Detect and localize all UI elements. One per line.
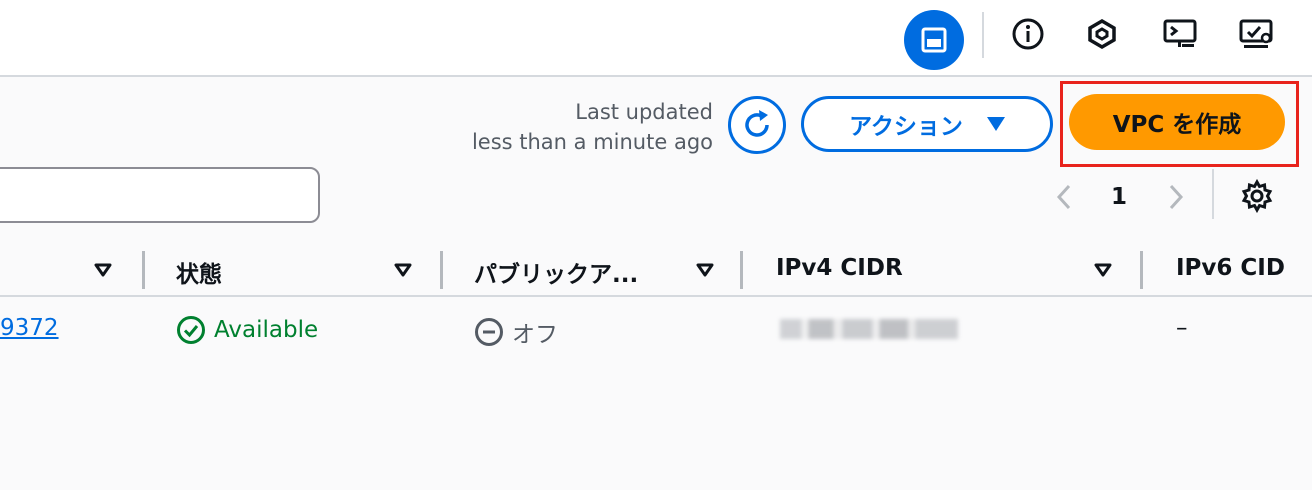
info-icon	[1012, 18, 1044, 50]
gear-icon	[1241, 179, 1273, 213]
last-updated-label: Last updated	[575, 100, 713, 124]
refresh-icon	[745, 110, 769, 137]
create-vpc-button[interactable]: VPC を作成	[1069, 94, 1285, 150]
vpc-id-link[interactable]: 9372	[0, 315, 59, 341]
sort-caret-icon[interactable]	[392, 261, 414, 279]
search-input[interactable]	[0, 167, 320, 223]
info-button[interactable]	[1006, 12, 1050, 56]
panel-toggle-button[interactable]	[904, 10, 964, 70]
sort-caret-icon[interactable]	[694, 261, 716, 279]
previous-page-button[interactable]	[1048, 177, 1080, 217]
column-header-ipv6-cidr[interactable]: IPv6 CID	[1176, 255, 1285, 281]
status-cell: Available	[176, 315, 318, 345]
chevron-left-icon	[1056, 184, 1071, 210]
terminal-icon	[1163, 19, 1197, 47]
current-page-number[interactable]: 1	[1104, 177, 1134, 217]
public-access-text: オフ	[512, 322, 558, 348]
public-access-cell: オフ	[474, 315, 558, 349]
panel-icon	[921, 27, 947, 53]
terminal-button[interactable]	[1158, 12, 1202, 56]
actions-label: アクション	[849, 114, 963, 140]
ipv4-cidr-redacted	[780, 319, 958, 339]
table-row[interactable]: 9372 Available オフ –	[0, 299, 1312, 363]
column-header-public-access[interactable]: パブリックア...	[474, 255, 638, 289]
chevron-right-icon	[1169, 184, 1184, 210]
caret-down-icon	[986, 117, 1005, 131]
column-resize-handle[interactable]	[142, 251, 145, 289]
hex-icon	[1088, 18, 1116, 50]
column-header-ipv4-cidr[interactable]: IPv4 CIDR	[776, 255, 903, 281]
screen-settings-icon	[1239, 19, 1273, 48]
next-page-button[interactable]	[1160, 177, 1192, 217]
toolbar-divider	[982, 12, 984, 58]
table-header: 状態 パブリックア... IPv4 CIDR IPv6 CID	[0, 243, 1312, 297]
column-resize-handle[interactable]	[740, 251, 743, 289]
column-resize-handle[interactable]	[1140, 251, 1143, 289]
table-settings-button[interactable]	[1236, 175, 1278, 217]
screen-settings-button[interactable]	[1234, 12, 1278, 56]
hex-button[interactable]	[1080, 12, 1124, 56]
column-resize-handle[interactable]	[440, 251, 443, 289]
top-toolbar	[0, 0, 1312, 77]
check-circle-icon	[177, 316, 205, 344]
sort-caret-icon[interactable]	[1092, 261, 1114, 279]
status-text: Available	[214, 317, 319, 343]
minus-circle-icon	[475, 318, 503, 346]
actions-dropdown-button[interactable]: アクション	[801, 96, 1053, 152]
last-updated-value: less than a minute ago	[471, 130, 713, 154]
sort-caret-icon[interactable]	[92, 261, 114, 279]
vpc-list-panel: Last updated less than a minute ago アクショ…	[0, 77, 1312, 490]
pager-divider	[1212, 169, 1214, 219]
ipv6-cidr-text: –	[1176, 315, 1188, 341]
refresh-button[interactable]	[728, 96, 786, 154]
last-updated-text: Last updated less than a minute ago	[472, 97, 713, 157]
column-header-status[interactable]: 状態	[176, 255, 222, 289]
